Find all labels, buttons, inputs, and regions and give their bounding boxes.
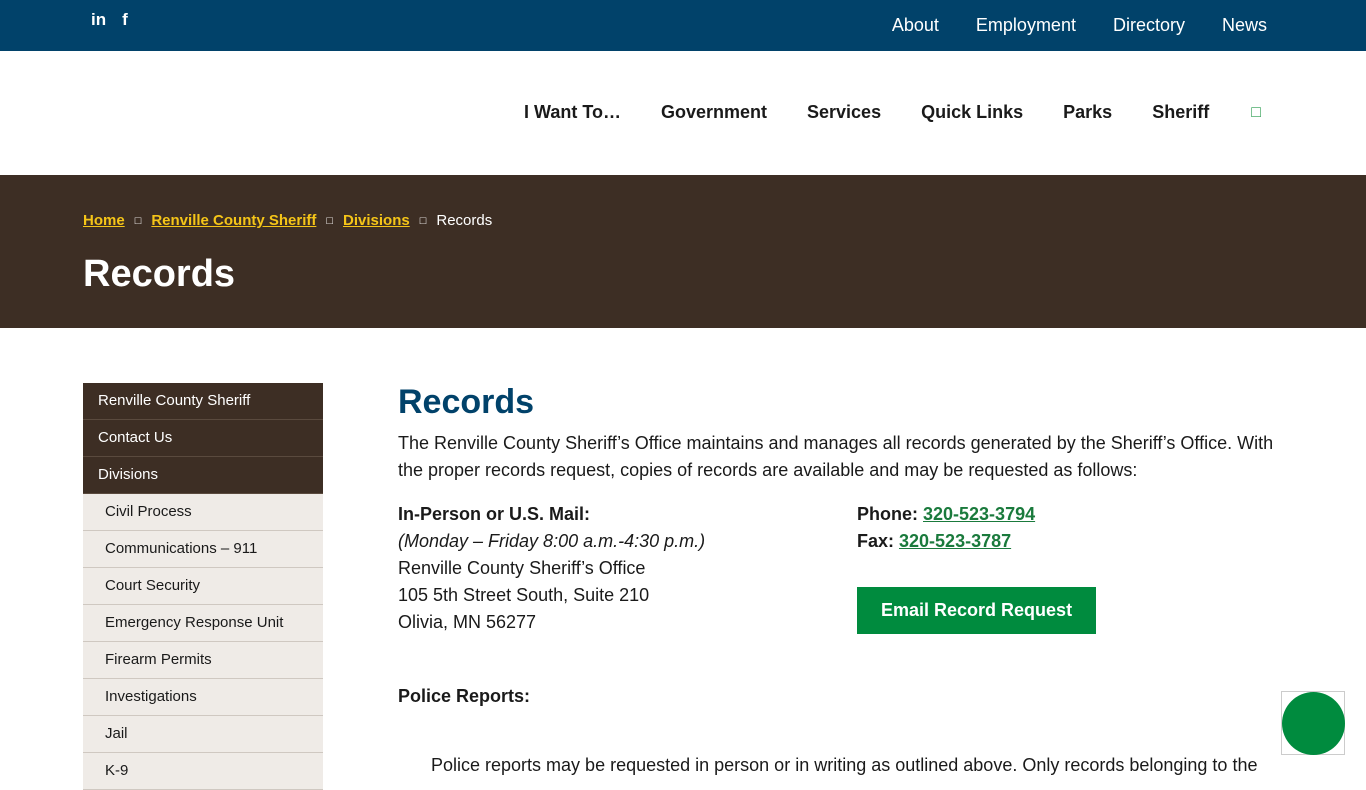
sidebar-subitem-communications-911[interactable]: Communications – 911 bbox=[83, 531, 323, 568]
breadcrumb: Home □ Renville County Sheriff □ Divisio… bbox=[83, 212, 492, 229]
sidebar-item-contact-us[interactable]: Contact Us bbox=[83, 420, 323, 457]
breadcrumb-home[interactable]: Home bbox=[83, 212, 125, 229]
contact-columns: In-Person or U.S. Mail: (Monday – Friday… bbox=[398, 501, 1288, 661]
utility-nav-employment[interactable]: Employment bbox=[976, 15, 1076, 36]
site-header: I Want To… Government Services Quick Lin… bbox=[0, 51, 1366, 175]
linkedin-icon[interactable]: in bbox=[91, 10, 106, 30]
social-links: in f bbox=[91, 10, 128, 30]
breadcrumb-current: Records bbox=[436, 212, 493, 229]
facebook-icon[interactable]: f bbox=[122, 10, 128, 30]
breadcrumb-separator-icon: □ bbox=[419, 214, 427, 227]
phone-label: Phone: bbox=[857, 504, 923, 524]
page-hero: Home □ Renville County Sheriff □ Divisio… bbox=[0, 175, 1366, 328]
fax-label: Fax: bbox=[857, 531, 900, 551]
utility-nav-directory[interactable]: Directory bbox=[1113, 15, 1185, 36]
utility-nav: About Employment Directory News bbox=[892, 15, 1267, 36]
page-title: Records bbox=[83, 253, 236, 295]
phone-fax-info: Phone: 320-523-3794 Fax: 320-523-3787 Em… bbox=[857, 501, 1097, 634]
main-nav-i-want-to[interactable]: I Want To… bbox=[524, 102, 621, 123]
sidebar-subitem-court-security[interactable]: Court Security bbox=[83, 568, 323, 605]
breadcrumb-separator-icon: □ bbox=[134, 214, 142, 227]
breadcrumb-sheriff[interactable]: Renville County Sheriff bbox=[151, 212, 316, 229]
chat-bubble-icon[interactable] bbox=[1282, 692, 1345, 755]
sidebar-subitem-firearm-permits[interactable]: Firearm Permits bbox=[83, 642, 323, 679]
breadcrumb-separator-icon: □ bbox=[326, 214, 334, 227]
utility-nav-about[interactable]: About bbox=[892, 15, 939, 36]
sidebar-subitem-jail[interactable]: Jail bbox=[83, 716, 323, 753]
mail-heading: In-Person or U.S. Mail: bbox=[398, 504, 591, 524]
office-street: 105 5th Street South, Suite 210 bbox=[398, 585, 650, 605]
mail-info: In-Person or U.S. Mail: (Monday – Friday… bbox=[398, 501, 705, 636]
sidebar-subitem-k9[interactable]: K-9 bbox=[83, 753, 323, 790]
office-hours: (Monday – Friday 8:00 a.m.-4:30 p.m.) bbox=[398, 531, 706, 551]
intro-text: The Renville County Sheriff’s Office mai… bbox=[398, 433, 1274, 480]
office-name: Renville County Sheriff’s Office bbox=[398, 558, 646, 578]
sidebar-subitem-emergency-response-unit[interactable]: Emergency Response Unit bbox=[83, 605, 323, 642]
main-nav: I Want To… Government Services Quick Lin… bbox=[524, 102, 1261, 123]
main-nav-quick-links[interactable]: Quick Links bbox=[921, 102, 1023, 123]
sidebar-item-renville-county-sheriff[interactable]: Renville County Sheriff bbox=[83, 383, 323, 420]
sidebar-subitem-investigations[interactable]: Investigations bbox=[83, 679, 323, 716]
main-nav-parks[interactable]: Parks bbox=[1063, 102, 1112, 123]
main-nav-sheriff[interactable]: Sheriff bbox=[1152, 102, 1209, 123]
main-nav-government[interactable]: Government bbox=[661, 102, 767, 123]
police-reports-heading: Police Reports: bbox=[398, 686, 531, 706]
main-content: Records The Renville County Sheriff’s Of… bbox=[398, 383, 1288, 661]
top-utility-bar: in f About Employment Directory News bbox=[0, 0, 1366, 51]
office-city: Olivia, MN 56277 bbox=[398, 612, 537, 632]
email-record-request-button[interactable]: Email Record Request bbox=[857, 587, 1097, 634]
sidebar-nav: Renville County Sheriff Contact Us Divis… bbox=[83, 383, 323, 790]
phone-link[interactable]: 320-523-3794 bbox=[923, 504, 1035, 524]
fax-link[interactable]: 320-523-3787 bbox=[899, 531, 1011, 551]
search-icon[interactable]: □ bbox=[1251, 104, 1261, 122]
breadcrumb-divisions[interactable]: Divisions bbox=[343, 212, 410, 229]
sidebar-subitem-civil-process[interactable]: Civil Process bbox=[83, 494, 323, 531]
police-reports-text: Police reports may be requested in perso… bbox=[431, 755, 1258, 775]
content-title: Records bbox=[398, 383, 535, 421]
main-nav-services[interactable]: Services bbox=[807, 102, 881, 123]
sidebar-item-divisions[interactable]: Divisions bbox=[83, 457, 323, 494]
chat-widget[interactable] bbox=[1281, 691, 1345, 755]
utility-nav-news[interactable]: News bbox=[1222, 15, 1267, 36]
